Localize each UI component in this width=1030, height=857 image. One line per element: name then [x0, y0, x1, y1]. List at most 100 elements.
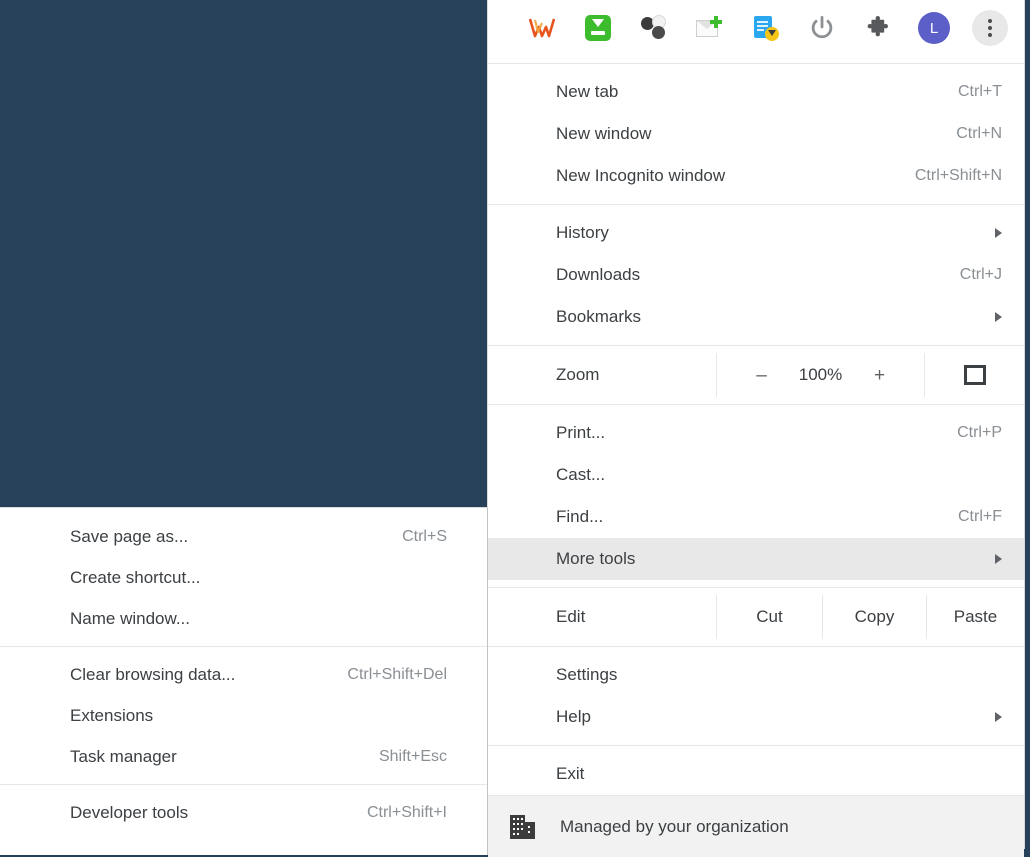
zoom-label: Zoom	[556, 365, 600, 384]
chevron-right-icon	[995, 312, 1002, 322]
document-download-icon[interactable]	[738, 6, 794, 50]
fullscreen-icon	[963, 365, 986, 385]
menu-item-settings[interactable]: Settings	[488, 654, 1024, 696]
download-manager-icon[interactable]	[570, 6, 626, 50]
menu-item-label: Task manager	[70, 746, 177, 766]
menu-item-label: More tools	[556, 549, 636, 568]
download-arrow-glyph	[585, 15, 611, 41]
molecule-extension-icon[interactable]	[626, 6, 682, 50]
menu-item-label: Settings	[556, 665, 618, 684]
fullscreen-button[interactable]	[924, 353, 1024, 397]
menu-item-find[interactable]: Find... Ctrl+F	[488, 496, 1024, 538]
menu-item-label: Name window...	[70, 608, 190, 628]
menu-item-label: Create shortcut...	[70, 567, 201, 587]
menu-item-label: New Incognito window	[556, 166, 726, 185]
new-mail-extension-icon[interactable]	[682, 6, 738, 50]
menu-item-shortcut: Ctrl+S	[402, 527, 447, 545]
managed-by-organization-row[interactable]: Managed by your organization	[488, 795, 1024, 857]
menu-item-label: New tab	[556, 82, 619, 101]
menu-item-shortcut: Ctrl+P	[957, 424, 1002, 441]
zoom-out-button[interactable]: –	[753, 366, 771, 385]
menu-item-label: Cast...	[556, 465, 606, 484]
managed-by-organization-label: Managed by your organization	[560, 816, 789, 836]
submenu-item-developer-tools[interactable]: Developer tools Ctrl+Shift+I	[0, 792, 487, 833]
menu-item-new-tab[interactable]: New tab Ctrl+T	[488, 71, 1024, 113]
submenu-item-clear-browsing-data[interactable]: Clear browsing data... Ctrl+Shift+Del	[0, 654, 487, 695]
menu-item-label: New window	[556, 124, 652, 143]
kebab-dots-glyph	[972, 10, 1008, 46]
menu-item-label: Bookmarks	[556, 307, 642, 326]
zoom-row: Zoom – 100% +	[488, 353, 1024, 397]
chrome-menu-kebab-icon[interactable]	[962, 6, 1018, 50]
menu-item-downloads[interactable]: Downloads Ctrl+J	[488, 254, 1024, 296]
submenu-item-extensions[interactable]: Extensions	[0, 695, 487, 736]
menu-item-shortcut: Shift+Esc	[378, 747, 447, 765]
chevron-right-icon	[995, 228, 1002, 238]
divider	[0, 646, 487, 647]
cut-button[interactable]: Cut	[716, 595, 822, 639]
extensions-puzzle-icon[interactable]	[850, 6, 906, 50]
document-download-glyph	[753, 15, 779, 41]
divider	[488, 587, 1024, 588]
submenu-item-create-shortcut[interactable]: Create shortcut...	[0, 557, 487, 598]
copy-button[interactable]: Copy	[822, 595, 926, 639]
submenu-item-task-manager[interactable]: Task manager Shift+Esc	[0, 736, 487, 777]
vivaldi-logo-icon[interactable]	[514, 6, 570, 50]
menu-item-more-tools[interactable]: More tools	[488, 538, 1024, 580]
menu-item-new-window[interactable]: New window Ctrl+N	[488, 113, 1024, 155]
divider	[488, 404, 1024, 405]
zoom-controls: – 100% +	[716, 353, 924, 397]
menu-item-shortcut: Ctrl+J	[959, 266, 1002, 283]
submenu-item-name-window[interactable]: Name window...	[0, 598, 487, 639]
menu-item-shortcut: Ctrl+Shift+Del	[347, 665, 447, 683]
new-mail-glyph	[696, 16, 724, 40]
menu-item-label: Clear browsing data...	[70, 664, 236, 684]
menu-item-shortcut: Ctrl+F	[958, 508, 1002, 525]
menu-item-shortcut: Ctrl+Shift+I	[366, 803, 447, 821]
menu-item-label: History	[556, 223, 609, 242]
molecule-glyph	[640, 15, 668, 41]
menu-item-print[interactable]: Print... Ctrl+P	[488, 412, 1024, 454]
menu-item-help[interactable]: Help	[488, 696, 1024, 738]
vivaldi-logo-glyph	[529, 18, 555, 38]
menu-item-bookmarks[interactable]: Bookmarks	[488, 296, 1024, 338]
divider	[488, 646, 1024, 647]
menu-item-shortcut: Ctrl+N	[956, 125, 1002, 142]
organization-building-icon	[510, 814, 536, 839]
menu-item-cast[interactable]: Cast...	[488, 454, 1024, 496]
chrome-main-menu: L New tab Ctrl+T New window Ctrl+N New I…	[487, 0, 1025, 857]
divider	[488, 204, 1024, 205]
menu-item-label: Downloads	[556, 265, 641, 284]
chevron-right-icon	[995, 554, 1002, 564]
divider	[0, 784, 487, 785]
menu-item-label: Save page as...	[70, 526, 189, 546]
puzzle-glyph	[867, 16, 888, 37]
menu-item-new-incognito-window[interactable]: New Incognito window Ctrl+Shift+N	[488, 155, 1024, 197]
menu-item-label: Exit	[556, 764, 585, 783]
menu-item-exit[interactable]: Exit	[488, 753, 1024, 795]
zoom-in-button[interactable]: +	[871, 366, 889, 385]
power-glyph	[811, 15, 833, 39]
menu-item-label: Developer tools	[70, 802, 189, 822]
submenu-item-save-page-as[interactable]: Save page as... Ctrl+S	[0, 516, 487, 557]
profile-avatar-initial: L	[918, 12, 950, 44]
browser-toolbar: L	[488, 0, 1024, 56]
menu-item-label: Extensions	[70, 705, 154, 725]
menu-item-shortcut: Ctrl+T	[958, 83, 1002, 100]
divider	[488, 745, 1024, 746]
edit-row: Edit Cut Copy Paste	[488, 595, 1024, 639]
profile-avatar[interactable]: L	[906, 6, 962, 50]
menu-item-history[interactable]: History	[488, 212, 1024, 254]
divider	[488, 345, 1024, 346]
power-extension-icon[interactable]	[794, 6, 850, 50]
zoom-level-value: 100%	[798, 365, 843, 384]
menu-item-shortcut: Ctrl+Shift+N	[914, 167, 1002, 184]
menu-item-label: Find...	[556, 507, 604, 526]
more-tools-submenu: Save page as... Ctrl+S Create shortcut..…	[0, 507, 488, 855]
chevron-right-icon	[995, 712, 1002, 722]
edit-label: Edit	[556, 607, 586, 626]
menu-item-label: Help	[556, 707, 591, 726]
menu-item-label: Print...	[556, 423, 606, 442]
paste-button[interactable]: Paste	[926, 595, 1024, 639]
divider	[488, 63, 1024, 64]
